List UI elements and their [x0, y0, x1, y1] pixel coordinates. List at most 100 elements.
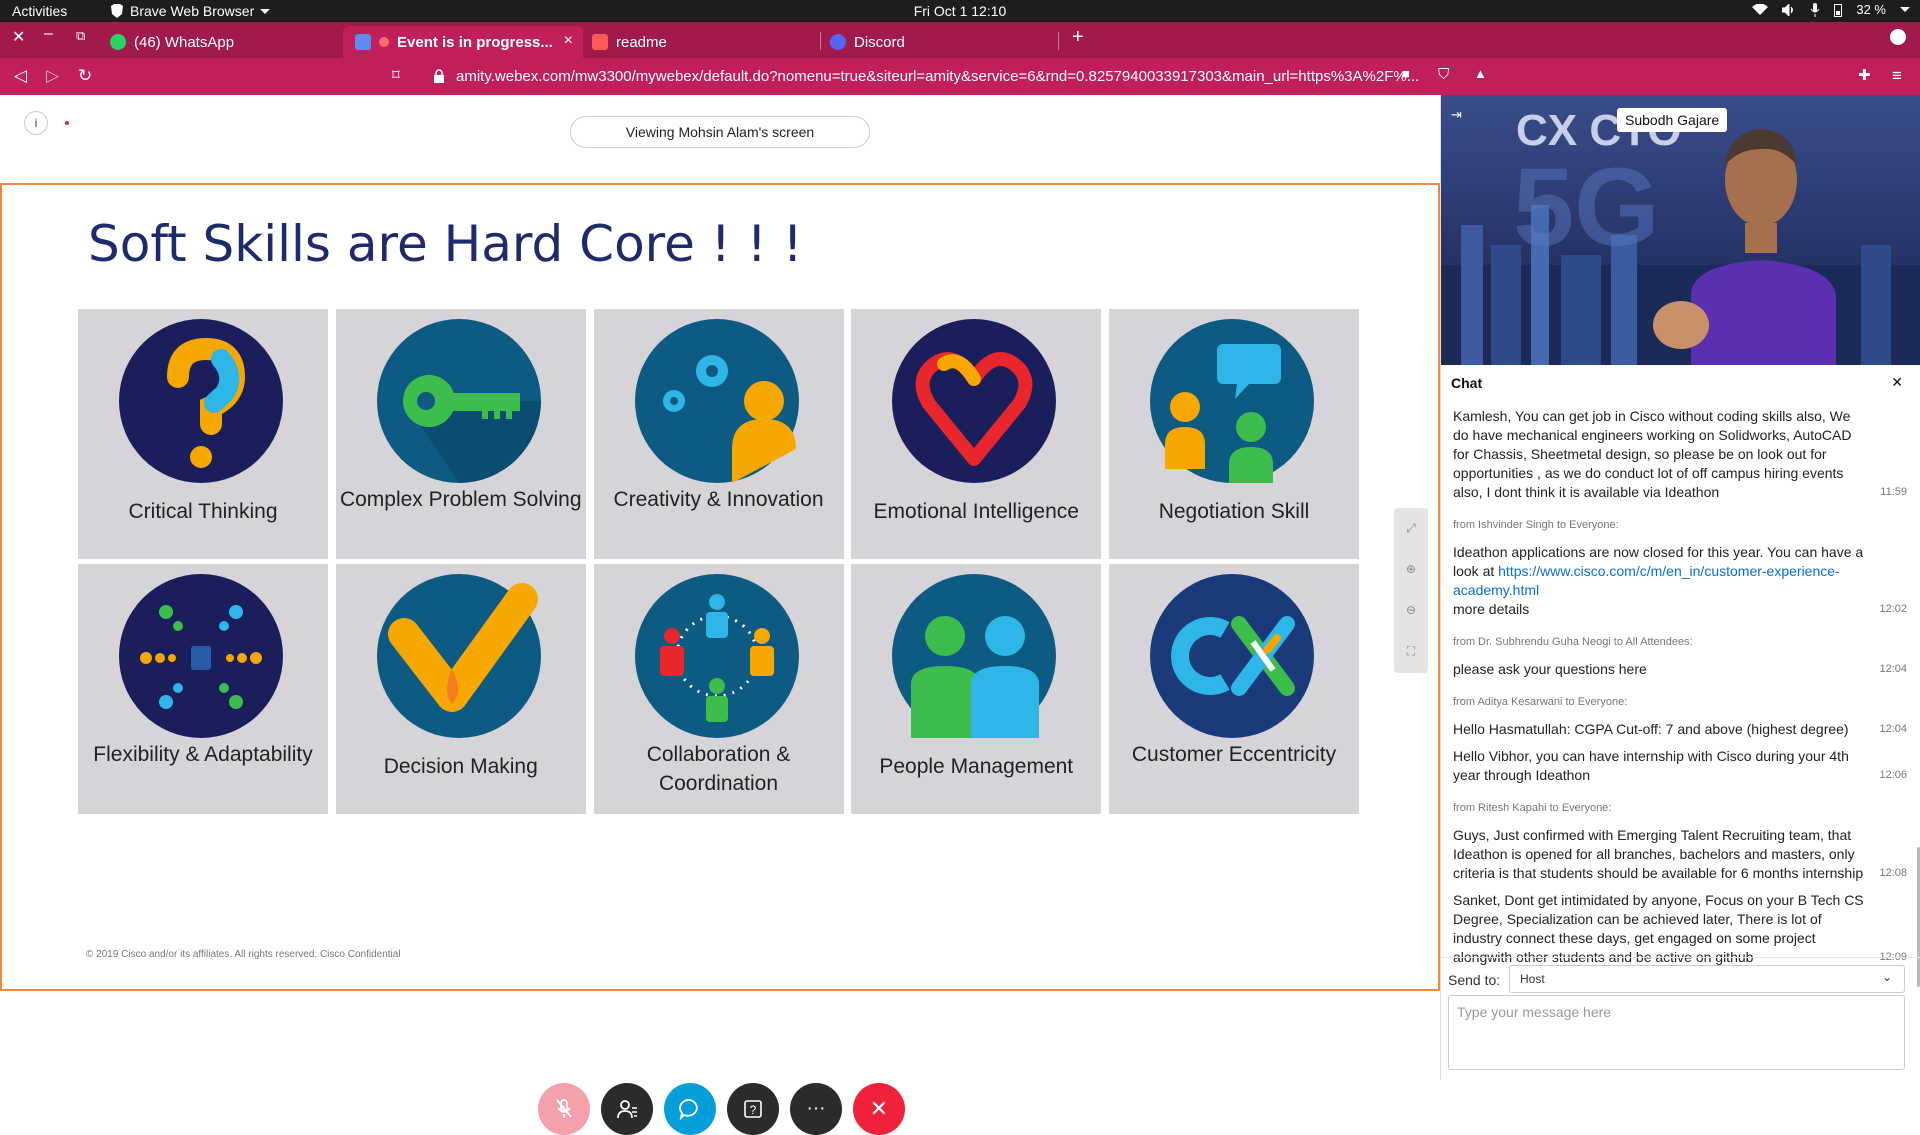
close-window-icon[interactable]: ✕: [12, 27, 25, 47]
svg-text:?: ?: [750, 1103, 757, 1117]
viewing-screen-pill: Viewing Mohsin Alam's screen: [570, 116, 870, 148]
chat-message-text: please ask your questions here: [1453, 661, 1647, 677]
back-icon[interactable]: ◁: [14, 66, 27, 86]
slide-footer: © 2019 Cisco and/or its affiliates. All …: [86, 949, 401, 960]
reload-icon[interactable]: ↻: [78, 66, 92, 86]
tab-readme[interactable]: readme: [580, 26, 820, 58]
chat-message-time: 12:02: [1879, 603, 1907, 615]
lock-icon: [434, 69, 444, 83]
ellipsis-icon: ···: [806, 1098, 826, 1119]
recording-dot: [65, 121, 69, 125]
browser-tab-strip: ✕ ‒ ⧉ (46) WhatsApp Event is in progress…: [0, 22, 1920, 58]
chat-sender: from Ritesh Kapahi to Everyone:: [1453, 802, 1612, 814]
battery-percent: 32 %: [1856, 2, 1886, 17]
close-chat-icon[interactable]: ✕: [1891, 374, 1903, 391]
meeting-info-icon[interactable]: i: [24, 111, 48, 135]
tab-discord[interactable]: Discord: [818, 26, 1058, 58]
skill-label: Emotional Intelligence: [873, 500, 1079, 523]
chat-message: Sanket, Dont get intimidated by anyone, …: [1453, 891, 1907, 967]
microphone-muted-icon: [556, 1099, 572, 1118]
skill-card: People Management: [851, 564, 1102, 814]
browser-menu-icon[interactable]: ≡: [1892, 66, 1902, 86]
tab-webex-event[interactable]: Event is in progress... ×: [343, 26, 583, 58]
zoom-out-icon[interactable]: ⊖: [1394, 590, 1428, 631]
chat-message: Ideathon applications are now closed for…: [1453, 543, 1907, 619]
network-people-icon: [634, 574, 799, 738]
skill-label: Customer Eccentricity: [1131, 743, 1337, 766]
brave-rewards-icon[interactable]: ▲: [1474, 66, 1487, 81]
skill-card: Creativity & Innovation: [593, 309, 844, 559]
chat-message-group: from Ishvinder Singh to Everyone: Ideath…: [1453, 516, 1907, 619]
volume-icon: [1782, 3, 1794, 16]
tab-list-icon[interactable]: [1890, 29, 1906, 45]
zoom-in-icon[interactable]: ⊕: [1394, 549, 1428, 590]
skill-label: Critical Thinking: [128, 500, 278, 523]
url-text: amity.webex.com/mw3300/mywebex/default.d…: [456, 67, 1420, 85]
collapse-video-icon[interactable]: ⇥: [1451, 107, 1462, 123]
tab-whatsapp[interactable]: (46) WhatsApp: [98, 26, 338, 58]
forward-icon[interactable]: ▷: [46, 66, 59, 86]
skill-label: Decision Making: [383, 755, 538, 778]
speech-people-icon: [1150, 319, 1314, 483]
chat-message-group: from Ritesh Kapahi to Everyone: Guys, Ju…: [1453, 799, 1907, 967]
tray-menu-caret-icon: [1900, 7, 1910, 12]
chat-title: Chat: [1451, 375, 1483, 391]
tab-label: Event is in progress...: [397, 33, 553, 51]
close-tab-icon[interactable]: ×: [564, 32, 573, 50]
chat-link[interactable]: https://www.cisco.com/c/m/en_in/customer…: [1453, 563, 1840, 598]
activities-button[interactable]: Activities: [12, 3, 67, 19]
more-options-button[interactable]: ···: [790, 1083, 842, 1135]
new-tab-icon[interactable]: +: [1072, 26, 1084, 49]
minimize-window-icon[interactable]: ‒: [44, 25, 53, 43]
brave-shields-icon[interactable]: ⛉: [1438, 66, 1449, 83]
recording-indicator-icon: [379, 37, 389, 47]
tab-label: (46) WhatsApp: [134, 33, 235, 51]
camera-permission-icon[interactable]: ■: [1402, 66, 1410, 81]
restore-window-icon[interactable]: ⧉: [76, 28, 85, 44]
whatsapp-icon: [110, 34, 126, 50]
burst-icon: [119, 574, 283, 738]
chat-log[interactable]: Kamlesh, You can get job in Cisco withou…: [1453, 407, 1907, 1047]
chat-message-time: 12:08: [1879, 867, 1907, 879]
app-menu[interactable]: Brave Web Browser: [110, 3, 271, 19]
zoom-controls: ⤢ ⊕ ⊖ ⛶: [1394, 508, 1428, 673]
browser-toolbar: ◁ ▷ ↻ ⌑ amity.webex.com/mw3300/mywebex/d…: [0, 58, 1920, 95]
chat-message-text: Hello Vibhor, you can have internship wi…: [1453, 748, 1849, 783]
chat-message: Guys, Just confirmed with Emerging Talen…: [1453, 826, 1907, 883]
mute-button[interactable]: [538, 1083, 590, 1135]
skill-card: Collaboration & Coordination: [593, 564, 844, 814]
tab-separator: [1058, 32, 1059, 50]
svg-text:5G: 5G: [1513, 146, 1660, 269]
slide-title: Soft Skills are Hard Core ! ! !: [88, 215, 803, 273]
system-tray[interactable]: 32 %: [1752, 2, 1910, 17]
brave-lion-icon: [111, 4, 123, 18]
send-to-label: Send to:: [1448, 972, 1501, 988]
tab-label: Discord: [854, 33, 905, 51]
skill-label: Collaboration & Coordination: [646, 743, 791, 795]
send-to-select[interactable]: Host ⌄: [1509, 965, 1905, 993]
skill-label: Complex Problem Solving: [339, 488, 582, 511]
question-box-icon: ?: [744, 1100, 762, 1118]
fit-screen-icon[interactable]: ⛶: [1394, 631, 1428, 672]
chat-message-time: 11:59: [1880, 486, 1907, 498]
app-menu-caret-icon: [260, 8, 271, 14]
system-top-bar: Activities Brave Web Browser Fri Oct 1 1…: [0, 0, 1920, 22]
clock[interactable]: Fri Oct 1 12:10: [0, 3, 1920, 19]
extensions-icon[interactable]: ✚: [1858, 66, 1871, 84]
chat-message-input[interactable]: Type your message here: [1448, 995, 1905, 1070]
chat-message: please ask your questions here 12:04: [1453, 660, 1907, 679]
qa-button[interactable]: ?: [727, 1083, 779, 1135]
speaker-video[interactable]: 5G CX CTO ⇥ Subodh Gajare: [1441, 95, 1920, 365]
bookmark-icon[interactable]: ⌑: [392, 66, 400, 84]
skill-card: Flexibility & Adaptability: [78, 564, 328, 814]
question-mark-icon: [119, 319, 283, 483]
address-bar[interactable]: amity.webex.com/mw3300/mywebex/default.d…: [420, 62, 1495, 90]
participants-button[interactable]: [601, 1083, 653, 1135]
skill-card: Critical Thinking: [78, 309, 328, 559]
skills-grid: Critical Thinking Complex Problem Solvin…: [78, 309, 1359, 814]
gears-person-icon: [634, 319, 799, 483]
leave-meeting-button[interactable]: ✕: [853, 1083, 905, 1135]
skill-card: Complex Problem Solving: [335, 309, 586, 559]
chat-button[interactable]: [664, 1083, 716, 1135]
expand-icon[interactable]: ⤢: [1394, 508, 1428, 549]
